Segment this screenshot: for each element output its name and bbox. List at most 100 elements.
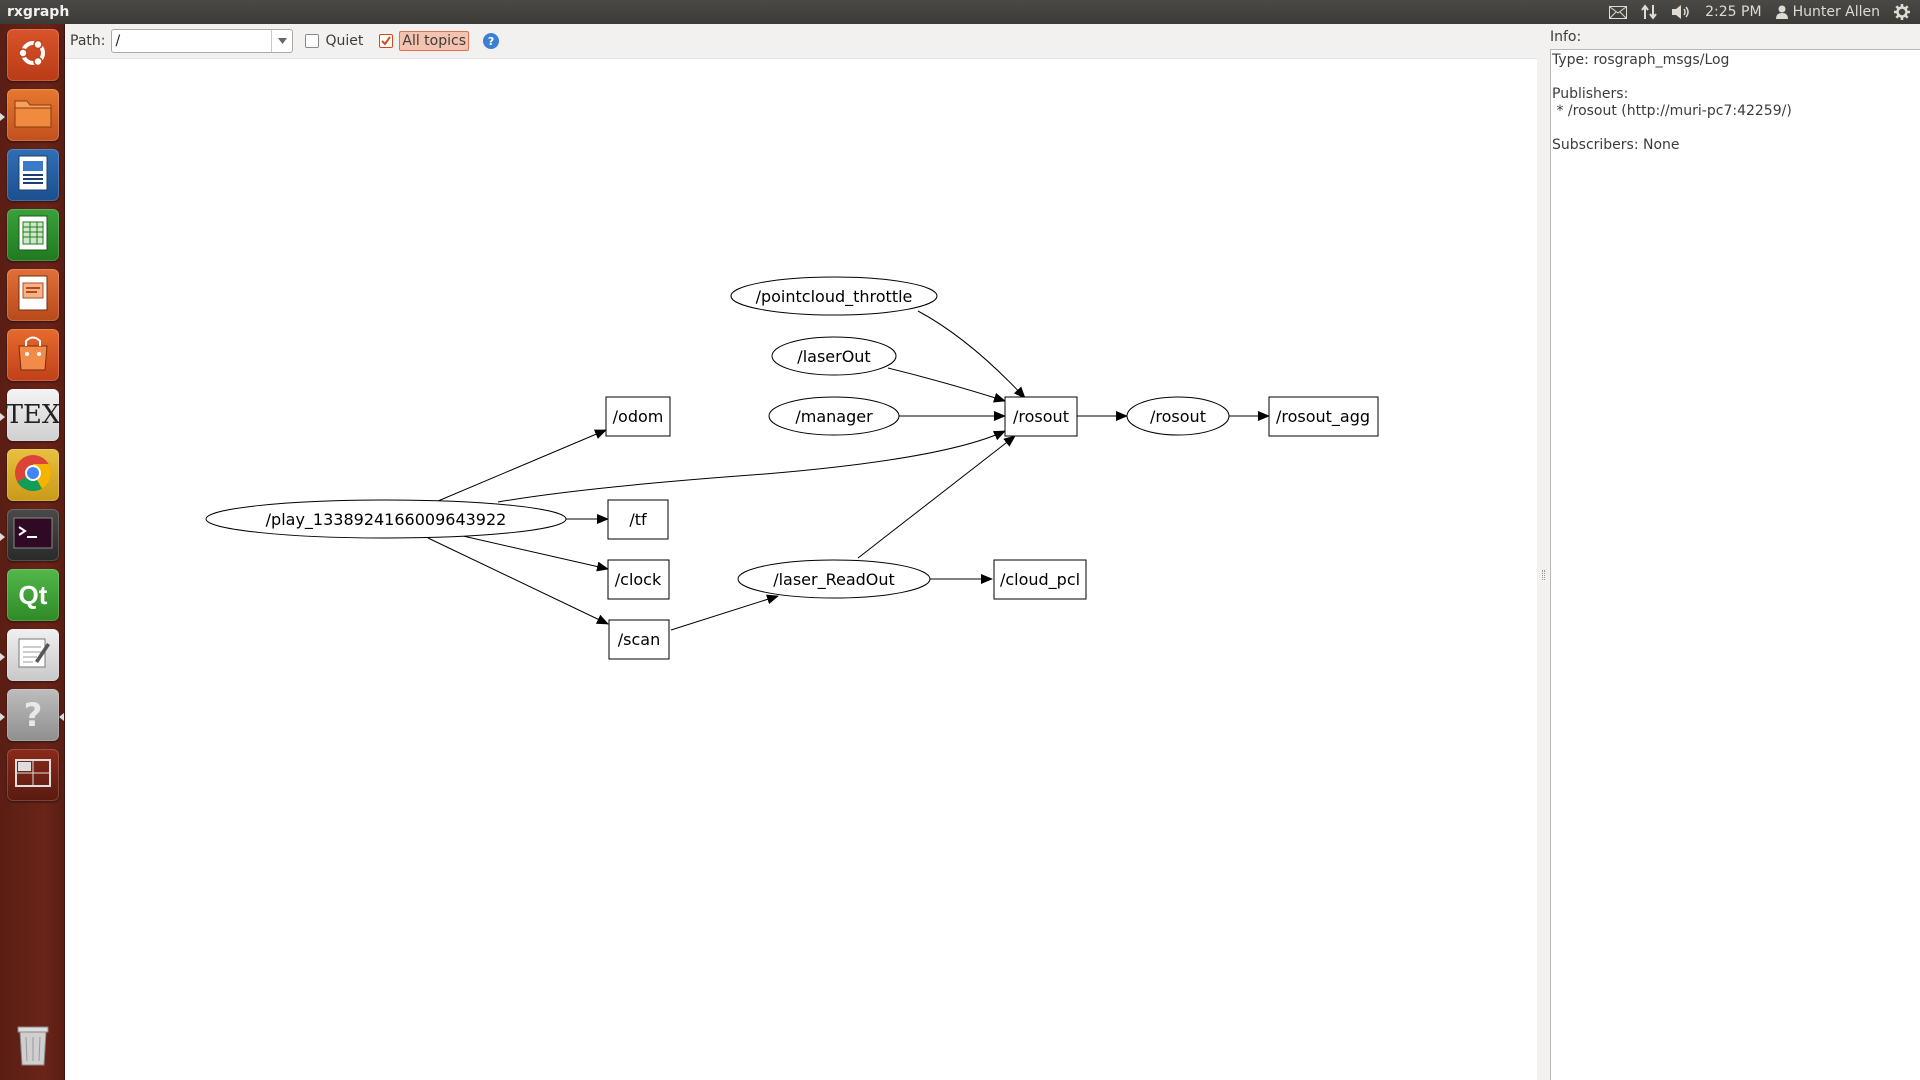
text-editor-running-indicator (0, 653, 5, 661)
texmaker-button[interactable]: TEX (5, 389, 61, 441)
node-clock[interactable]: /clock (607, 559, 670, 600)
tex-icon: TEX (5, 400, 61, 430)
texmaker-running-indicator (0, 413, 5, 421)
node-pointcloud-throttle[interactable]: /pointcloud_throttle (730, 276, 938, 316)
edge-pointcloud-throttle-to-rosout (917, 310, 1026, 399)
qt-creator-button[interactable]: Qt (7, 569, 59, 621)
gear-icon[interactable] (1894, 4, 1910, 20)
calc-icon (17, 214, 49, 256)
path-label: Path: (70, 33, 106, 49)
node-rosout-agg[interactable]: /rosout_agg (1268, 396, 1379, 437)
terminal-button[interactable] (7, 509, 59, 561)
edge-laserout-to-rosout (887, 367, 1006, 403)
help-icon: ? (23, 696, 43, 734)
terminal-running-indicator (0, 533, 5, 541)
text-editor-button[interactable] (7, 629, 59, 681)
help-icon[interactable]: ? (483, 33, 500, 49)
workspaces-button[interactable] (7, 749, 59, 801)
mail-icon[interactable] (1609, 5, 1628, 19)
path-input[interactable] (115, 31, 272, 51)
info-text-box[interactable]: Type: rosgraph_msgs/Log Publishers: * /r… (1550, 49, 1920, 1080)
chevron-down-icon[interactable] (271, 30, 292, 52)
node-play[interactable]: /play_1338924166009643922 (205, 499, 567, 539)
graph-svg: /pointcloud_throttle /laserOut /manager … (205, 276, 1379, 660)
trash-icon (13, 1021, 53, 1071)
edge-play-to-clock (462, 535, 609, 572)
node-odom[interactable]: /odom (605, 396, 671, 437)
info-publisher-line: * /rosout (http://muri-pc7:42259/) (1552, 103, 1792, 119)
all-topics-label: All topics (399, 31, 470, 51)
info-type-line: Type: rosgraph_msgs/Log (1552, 52, 1730, 68)
dash-home-button[interactable] (7, 29, 59, 81)
node-tf[interactable]: /tf (607, 499, 669, 540)
edge-play-to-scan (427, 537, 609, 625)
node-label: /rosout_agg (1276, 407, 1370, 427)
writer-icon (17, 154, 49, 196)
help-button[interactable]: ? (7, 689, 59, 741)
folder-icon (13, 97, 53, 133)
volume-icon[interactable] (1671, 4, 1691, 20)
software-center-button[interactable] (7, 329, 59, 381)
info-subscribers-line: Subscribers: None (1552, 137, 1680, 153)
panel-splitter[interactable] (1537, 24, 1550, 1080)
node-manager[interactable]: /manager (768, 396, 900, 436)
trash-button[interactable] (7, 1020, 59, 1072)
user-menu[interactable]: Hunter Allen (1775, 4, 1880, 20)
toolbar: Path: Quiet All topics ? (65, 24, 1537, 58)
user-icon (1775, 5, 1788, 19)
network-icon[interactable] (1641, 4, 1657, 20)
files-button[interactable] (7, 89, 59, 141)
node-rosout-topic[interactable]: /rosout (1004, 396, 1078, 437)
indicator-area: 2:25 PM Hunter Allen (1609, 4, 1920, 20)
impress-icon (17, 274, 49, 316)
splitter-grip[interactable] (1542, 570, 1545, 580)
workspace-icon (15, 759, 51, 791)
node-scan[interactable]: /scan (608, 619, 670, 660)
node-label: /tf (629, 510, 647, 529)
node-rosout-node[interactable]: /rosout (1126, 396, 1230, 436)
quiet-label: Quiet (325, 33, 364, 49)
node-label: /odom (613, 407, 664, 426)
impress-button[interactable] (7, 269, 59, 321)
launcher: TEX Qt ? (0, 24, 65, 1080)
node-label: /laserOut (797, 347, 870, 366)
terminal-icon (13, 517, 53, 553)
qt-icon: Qt (18, 579, 48, 610)
all-topics-toggle[interactable]: All topics (379, 31, 470, 51)
calc-button[interactable] (7, 209, 59, 261)
quiet-checkbox[interactable] (305, 34, 320, 48)
node-label: /laser_ReadOut (773, 570, 895, 590)
node-label: /rosout (1013, 407, 1069, 426)
edge-play-to-rosout (497, 430, 1006, 503)
info-publishers-label: Publishers: (1552, 86, 1629, 102)
node-laserout[interactable]: /laserOut (771, 336, 897, 376)
window-title: rxgraph (7, 4, 70, 20)
node-label: /scan (618, 630, 660, 649)
quiet-toggle[interactable]: Quiet (305, 33, 363, 49)
edge-laser-readout-to-rosout (857, 435, 1016, 559)
path-combobox[interactable] (111, 29, 294, 53)
all-topics-checkbox[interactable] (379, 34, 394, 48)
writer-button[interactable] (7, 149, 59, 201)
node-label: /manager (795, 407, 873, 426)
node-label: /clock (615, 570, 662, 589)
help-active-indicator (59, 713, 64, 721)
graph-canvas[interactable]: /pointcloud_throttle /laserOut /manager … (65, 58, 1537, 1080)
help-running-indicator (0, 713, 5, 721)
files-running-indicator (0, 113, 5, 121)
clock-time[interactable]: 2:25 PM (1705, 4, 1761, 20)
node-label: /pointcloud_throttle (756, 287, 913, 307)
user-name: Hunter Allen (1792, 4, 1880, 20)
node-laser-readout[interactable]: /laser_ReadOut (737, 559, 931, 599)
edge-scan-to-laser-readout (670, 594, 779, 631)
text-editor-icon (15, 635, 51, 675)
shopping-bag-icon (15, 334, 51, 376)
graph-nodes: /pointcloud_throttle /laserOut /manager … (205, 276, 1379, 660)
node-cloud-pcl[interactable]: /cloud_pcl (993, 559, 1087, 600)
chrome-icon (13, 453, 53, 497)
node-label: /cloud_pcl (1000, 570, 1080, 590)
node-label: /play_1338924166009643922 (266, 510, 507, 530)
chrome-button[interactable] (7, 449, 59, 501)
top-panel: rxgraph 2:25 PM Hunter Allen (0, 0, 1920, 24)
info-panel: Info: Type: rosgraph_msgs/Log Publishers… (1550, 24, 1920, 1080)
